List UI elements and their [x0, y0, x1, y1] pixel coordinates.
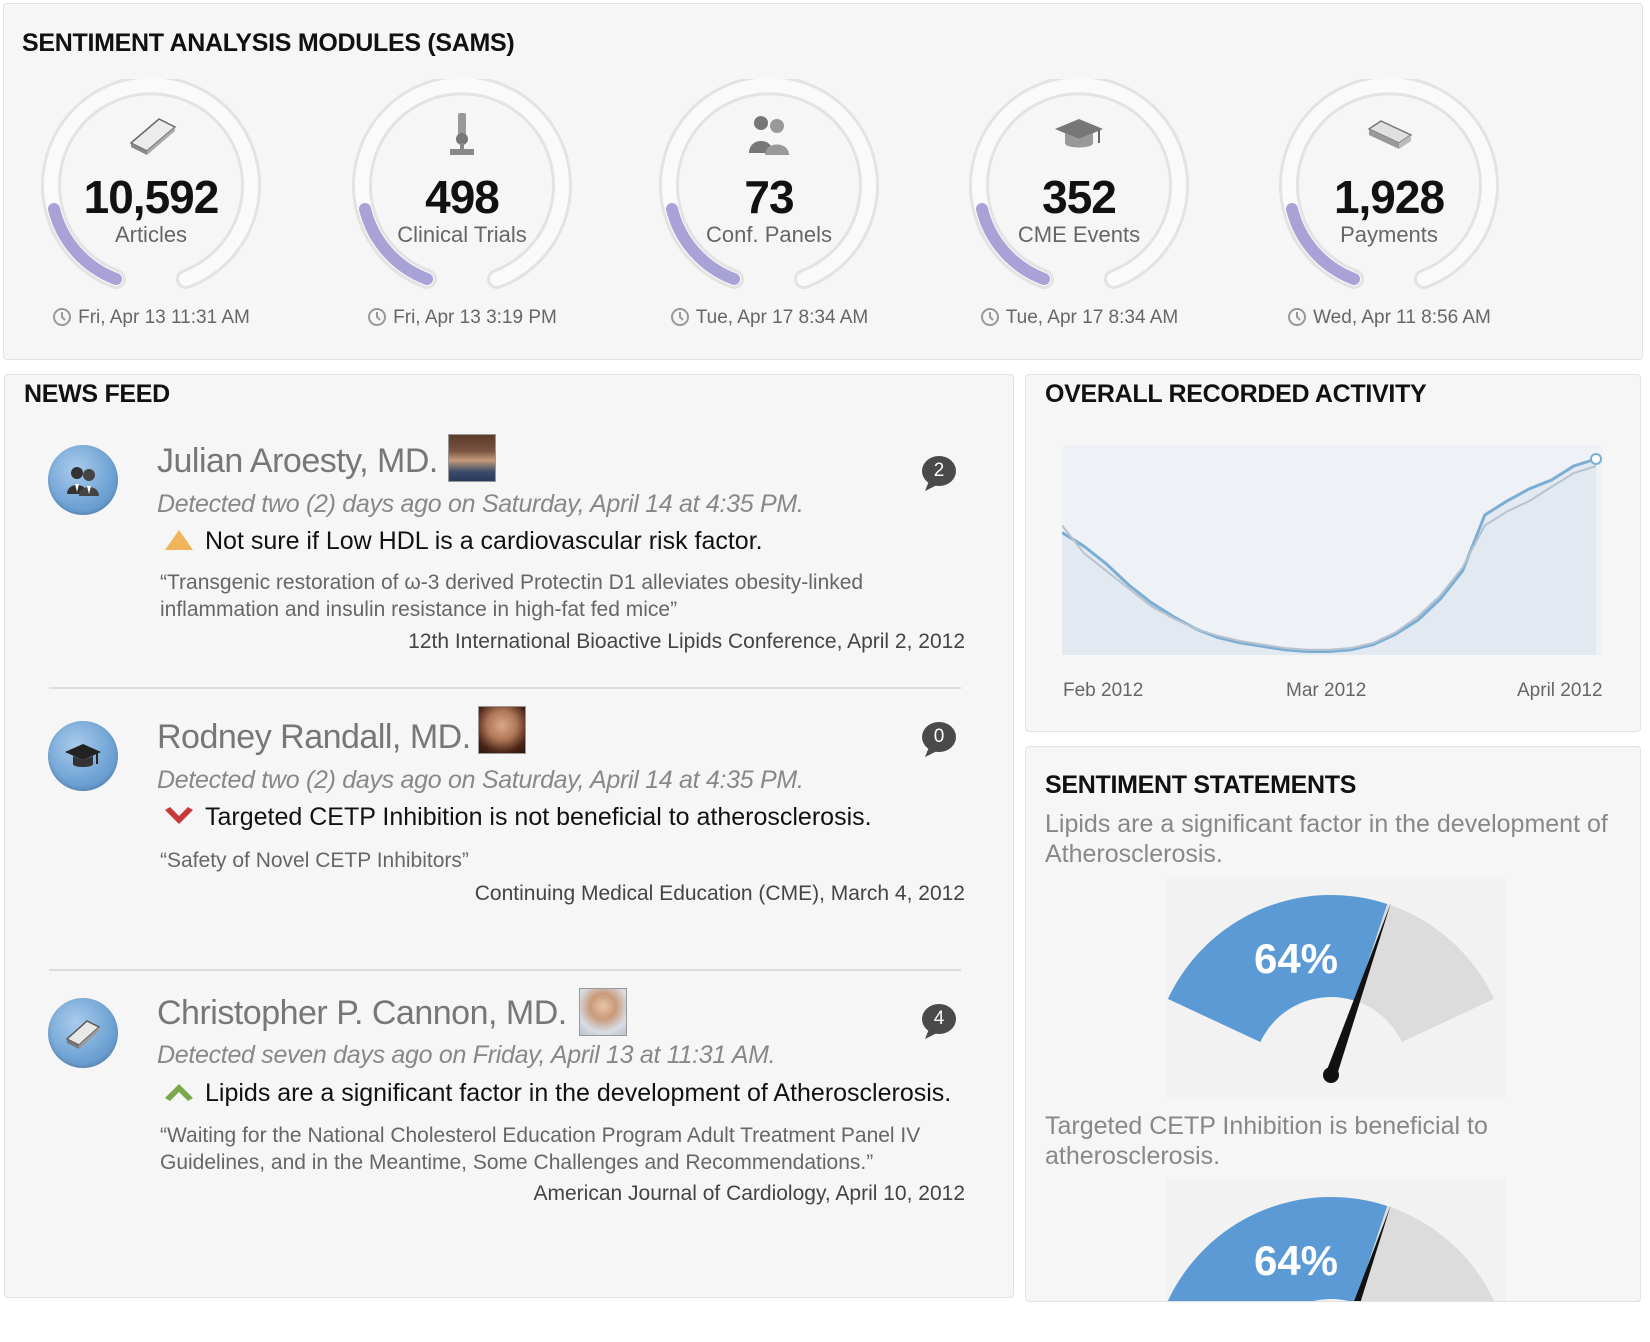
author-photo	[448, 434, 496, 482]
module-time-text: Fri, Apr 13 3:19 PM	[393, 307, 557, 328]
cme-event-type-icon	[48, 721, 118, 791]
sentiment-gauge: 64%	[1166, 877, 1506, 1097]
book-icon	[121, 109, 181, 159]
comment-count: 0	[933, 726, 945, 747]
clock-icon	[1288, 308, 1307, 326]
statement-text: Not sure if Low HDL is a cardiovascular …	[205, 527, 763, 555]
author-name[interactable]: Rodney Randall, MD.	[157, 718, 471, 757]
positive-chevron-up-icon	[165, 1084, 193, 1101]
sentiment-statement-text: Targeted CETP Inhibition is beneficial t…	[1045, 1112, 1488, 1170]
graduation-cap-icon	[1049, 109, 1109, 159]
sentiment-statement[interactable]: Not sure if Low HDL is a cardiovascular …	[163, 527, 763, 556]
author-name[interactable]: Christopher P. Cannon, MD.	[157, 994, 567, 1033]
module-time-text: Tue, Apr 17 8:34 AM	[695, 307, 869, 328]
module-timestamp: Tue, Apr 17 8:34 AM	[954, 307, 1204, 329]
module-time-text: Fri, Apr 13 11:31 AM	[78, 307, 250, 328]
article-source[interactable]: Continuing Medical Education (CME), Marc…	[475, 882, 965, 906]
article-source[interactable]: American Journal of Cardiology, April 10…	[533, 1182, 965, 1206]
negative-chevron-down-icon	[165, 807, 193, 824]
author-photo	[478, 706, 526, 754]
module-value: 498	[425, 171, 500, 223]
sams-module[interactable]: 352 CME Events Tue, Apr 17 8:34 AM	[954, 74, 1204, 359]
clock-icon	[980, 308, 999, 326]
comment-count-badge[interactable]: 4	[921, 1003, 961, 1041]
author-photo	[579, 988, 627, 1036]
module-label: Payments	[1340, 222, 1438, 247]
module-value: 10,592	[83, 171, 220, 223]
comment-count-badge[interactable]: 0	[921, 721, 961, 759]
article-quote: “Safety of Novel CETP Inhibitors”	[160, 849, 469, 872]
module-label: Clinical Trials	[397, 222, 527, 247]
clock-icon	[368, 308, 387, 326]
article-type-icon	[48, 998, 118, 1068]
article-quote: “Transgenic restoration of ω-3 derived P…	[160, 571, 864, 621]
detected-time: Detected seven days ago on Friday, April…	[157, 1041, 776, 1069]
conference-panel-type-icon	[48, 445, 118, 515]
divider	[49, 969, 961, 971]
activity-panel: OVERALL RECORDED ACTIVITY Feb 2012 Mar 2…	[1025, 374, 1641, 732]
module-timestamp: Tue, Apr 17 8:34 AM	[644, 307, 894, 329]
sams-module[interactable]: 1,928 Payments Wed, Apr 11 8:56 AM	[1264, 74, 1514, 359]
detected-time: Detected two (2) days ago on Saturday, A…	[157, 490, 804, 518]
gauge-hub	[1323, 1067, 1339, 1083]
x-tick-label: Feb 2012	[1063, 680, 1144, 701]
gauge-percent-label: 64%	[1254, 935, 1338, 982]
module-value: 73	[744, 171, 794, 223]
comment-count: 2	[933, 460, 945, 481]
article-source[interactable]: 12th International Bioactive Lipids Conf…	[408, 630, 965, 654]
payment-icon	[1359, 109, 1419, 159]
sams-panel: SENTIMENT ANALYSIS MODULES (SAMS) 10,592…	[3, 3, 1643, 360]
x-tick-label: Mar 2012	[1286, 680, 1367, 701]
sentiment-statement[interactable]: Lipids are a significant factor in the d…	[163, 1079, 951, 1108]
module-time-text: Tue, Apr 17 8:34 AM	[1005, 307, 1179, 328]
detected-time: Detected two (2) days ago on Saturday, A…	[157, 766, 804, 794]
gauge-percent-label: 64%	[1254, 1237, 1338, 1284]
sentiment-statement[interactable]: Targeted CETP Inhibition is not benefici…	[163, 803, 872, 832]
activity-title: OVERALL RECORDED ACTIVITY	[1045, 380, 1427, 408]
sentiment-title: SENTIMENT STATEMENTS	[1045, 771, 1357, 799]
series-end-point[interactable]	[1590, 453, 1602, 465]
news-feed-panel: NEWS FEED Julian Aroesty, MD. 2 Detected…	[4, 374, 1014, 1298]
sentiment-gauge: 64%	[1166, 1179, 1506, 1301]
clock-icon	[53, 308, 72, 326]
article-quote: “Waiting for the National Cholesterol Ed…	[160, 1124, 921, 1174]
module-label: Conf. Panels	[706, 222, 832, 247]
divider	[49, 687, 961, 689]
x-tick-label: April 2012	[1517, 680, 1603, 701]
news-feed-title: NEWS FEED	[24, 380, 170, 408]
statement-text: Lipids are a significant factor in the d…	[205, 1079, 952, 1107]
sentiment-statement-text: Lipids are a significant factor in the d…	[1045, 810, 1608, 868]
module-value: 352	[1042, 171, 1117, 223]
sentiment-statements-panel: SENTIMENT STATEMENTS Lipids are a signif…	[1025, 746, 1641, 1302]
sams-title: SENTIMENT ANALYSIS MODULES (SAMS)	[22, 29, 515, 57]
comment-count: 4	[933, 1008, 945, 1029]
clock-icon	[670, 308, 689, 326]
module-label: Articles	[114, 222, 188, 247]
activity-line-chart	[1062, 445, 1602, 655]
module-label: CME Events	[1017, 222, 1141, 247]
people-icon	[739, 109, 799, 159]
module-time-text: Wed, Apr 11 8:56 AM	[1313, 307, 1491, 328]
sams-module[interactable]: 10,592 Articles Fri, Apr 13 11:31 AM	[26, 74, 276, 359]
module-timestamp: Fri, Apr 13 11:31 AM	[26, 307, 276, 329]
author-name[interactable]: Julian Aroesty, MD.	[157, 442, 438, 481]
neutral-triangle-icon	[165, 530, 193, 550]
sams-module[interactable]: 73 Conf. Panels Tue, Apr 17 8:34 AM	[644, 74, 894, 359]
module-timestamp: Fri, Apr 13 3:19 PM	[337, 307, 587, 329]
module-timestamp: Wed, Apr 11 8:56 AM	[1264, 307, 1514, 329]
statement-text: Targeted CETP Inhibition is not benefici…	[205, 803, 872, 831]
sams-module[interactable]: 498 Clinical Trials Fri, Apr 13 3:19 PM	[337, 74, 587, 359]
comment-count-badge[interactable]: 2	[921, 455, 961, 493]
microscope-icon	[432, 109, 492, 159]
module-value: 1,928	[1333, 171, 1445, 223]
